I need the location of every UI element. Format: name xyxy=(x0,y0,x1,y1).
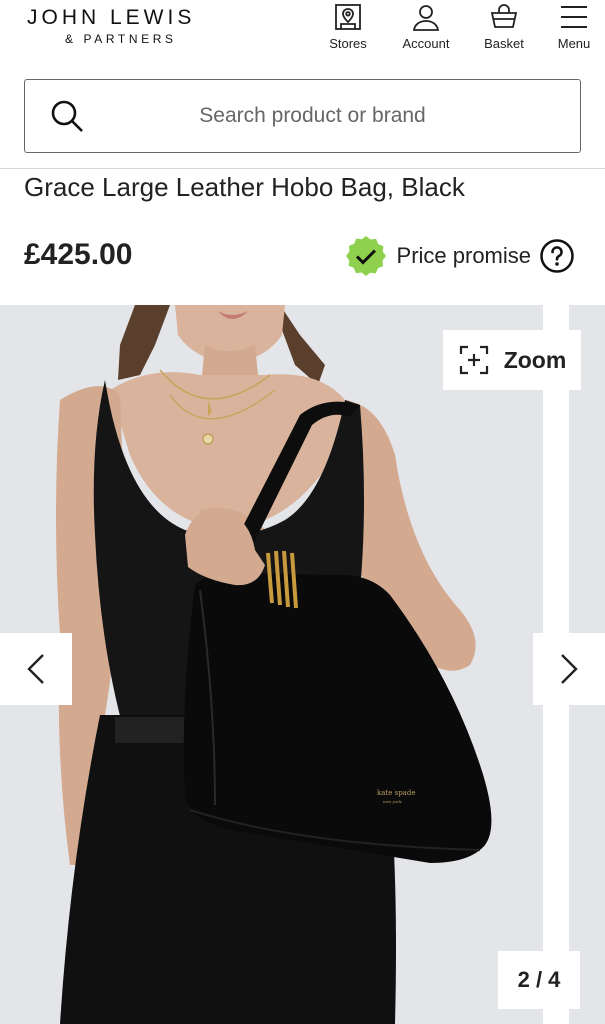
nav-stores-label: Stores xyxy=(329,36,367,51)
product-title: Grace Large Leather Hobo Bag, Black xyxy=(24,172,465,202)
bag-logo-text: kate spade xyxy=(377,789,415,797)
site-header: JOHN LEWIS & PARTNERS Stores Account Bas… xyxy=(0,0,605,66)
nav-stores[interactable]: Stores xyxy=(309,2,387,51)
chevron-right-icon xyxy=(561,654,578,684)
nav-account[interactable]: Account xyxy=(387,2,465,51)
chevron-left-icon xyxy=(27,654,44,684)
menu-icon xyxy=(561,6,587,28)
product-image[interactable]: kate spade new york xyxy=(0,305,543,1024)
nav-menu[interactable]: Menu xyxy=(543,2,605,51)
brand-logo[interactable]: JOHN LEWIS & PARTNERS xyxy=(27,6,195,46)
nav-basket[interactable]: Basket xyxy=(465,2,543,51)
nav-account-label: Account xyxy=(402,36,450,51)
previous-image-button[interactable] xyxy=(0,633,72,705)
image-counter: 2 / 4 xyxy=(498,951,580,1009)
nav-basket-label: Basket xyxy=(484,36,524,51)
zoom-button[interactable]: Zoom xyxy=(443,330,581,390)
header-divider xyxy=(0,168,605,169)
account-icon xyxy=(412,5,440,31)
price-promise-label: Price promise xyxy=(396,243,531,268)
bag-logo-subtext: new york xyxy=(383,799,402,804)
help-icon[interactable] xyxy=(539,238,575,274)
search-input[interactable] xyxy=(25,104,580,128)
store-icon xyxy=(335,4,361,30)
zoom-label: Zoom xyxy=(503,346,567,373)
search-box xyxy=(24,79,581,153)
check-badge-icon xyxy=(345,236,386,276)
brand-name: JOHN LEWIS xyxy=(27,6,196,29)
product-price: £425.00 xyxy=(24,238,133,271)
brand-subname: & PARTNERS xyxy=(65,32,177,46)
basket-icon xyxy=(490,4,518,28)
product-gallery[interactable]: kate spade new york Zoom 2 / 4 xyxy=(0,305,605,1024)
header-nav: Stores Account Basket Menu xyxy=(309,2,605,51)
nav-menu-label: Menu xyxy=(557,36,591,51)
price-promise[interactable]: Price promise xyxy=(345,235,575,277)
next-image-button[interactable] xyxy=(533,633,605,705)
zoom-icon xyxy=(459,345,488,375)
search-icon[interactable] xyxy=(49,98,85,134)
